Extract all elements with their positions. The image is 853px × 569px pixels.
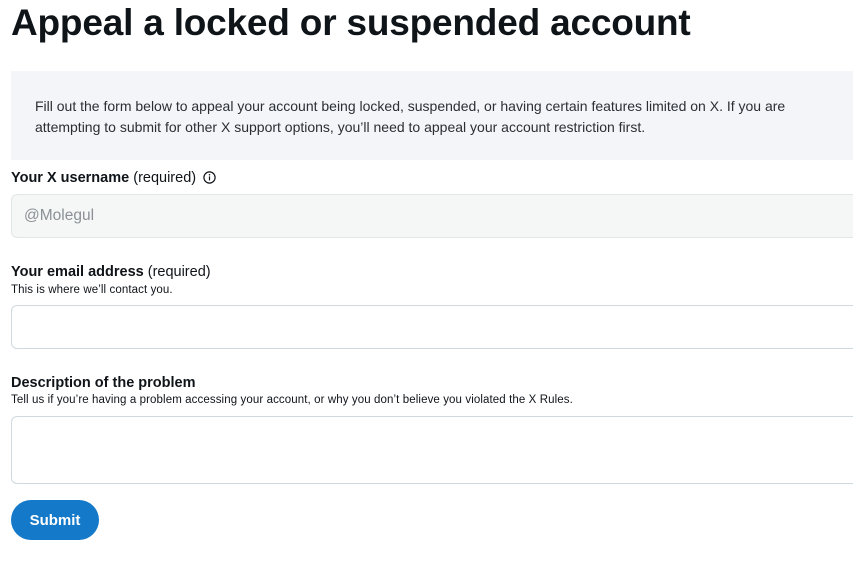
username-label: Your X username (required) bbox=[11, 169, 216, 187]
email-field[interactable] bbox=[11, 305, 853, 349]
email-label: Your email address (required) bbox=[11, 263, 211, 281]
username-label-text: Your X username bbox=[11, 170, 130, 186]
appeal-page: Appeal a locked or suspended account Fil… bbox=[0, 0, 853, 569]
page-title: Appeal a locked or suspended account bbox=[11, 2, 691, 43]
email-help-text: This is where we’ll contact you. bbox=[11, 284, 173, 296]
description-label-text: Description of the problem bbox=[11, 375, 196, 391]
username-field[interactable] bbox=[11, 194, 853, 238]
description-label: Description of the problem bbox=[11, 374, 196, 392]
info-icon[interactable] bbox=[203, 171, 216, 184]
description-help-text: Tell us if you’re having a problem acces… bbox=[11, 394, 573, 406]
email-label-text: Your email address bbox=[11, 264, 144, 280]
info-notice: Fill out the form below to appeal your a… bbox=[11, 71, 853, 160]
notice-text: Fill out the form below to appeal your a… bbox=[35, 98, 786, 135]
description-field[interactable] bbox=[11, 416, 853, 484]
email-required-text: (required) bbox=[147, 264, 211, 280]
submit-button[interactable]: Submit bbox=[11, 500, 99, 540]
username-required-text: (required) bbox=[133, 170, 197, 186]
